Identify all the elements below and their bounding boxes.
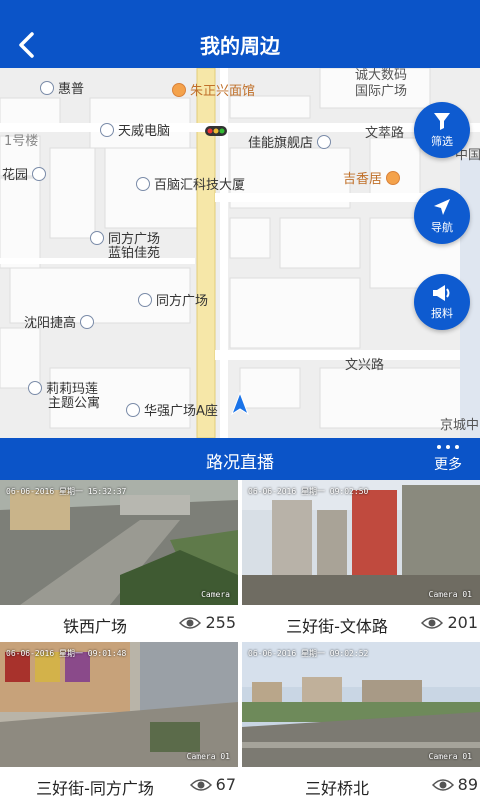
navigation-arrow-icon (434, 199, 450, 215)
camera-name: 三好街-文体路 (286, 617, 388, 636)
live-traffic-bar: 路况直播 更多 (0, 438, 480, 480)
more-label: 更多 (434, 457, 462, 473)
camera-grid: 06-06-2016 星期一 15:32:37 Camera 铁西广场 255 … (0, 480, 480, 800)
camera-name: 三好街-同方广场 (36, 779, 154, 798)
view-count: 255 (179, 613, 236, 632)
map-poi[interactable]: 沈阳捷高 (24, 312, 95, 331)
map-poi[interactable]: 朱正兴面馆 (172, 80, 255, 99)
poi-pin-icon (126, 402, 140, 417)
report-label: 报料 (431, 307, 453, 320)
camera-card[interactable]: 06-06-2016 星期一 15:32:37 Camera 铁西广场 255 (0, 480, 238, 640)
page-title: 我的周边 (200, 34, 280, 58)
hotel-icon (28, 380, 42, 395)
camera-timestamp: 06-06-2016 星期一 15:32:37 (6, 487, 127, 496)
map-poi[interactable]: 吉香居 (343, 168, 401, 187)
map-label: 京城中 (440, 418, 480, 433)
camera-card[interactable]: 06-06-2016 星期一 09:02:50 Camera 01 三好街-文体… (242, 480, 480, 640)
poi-pin-icon (138, 292, 152, 307)
map-label: 蓝铂佳苑 (108, 246, 161, 261)
camera-card[interactable]: 06-06-2016 星期一 09:02:52 Camera 01 三好桥北 8… (242, 642, 480, 800)
camera-caption: Camera 01 (428, 590, 472, 599)
map-poi[interactable]: 惠普 (40, 78, 84, 97)
megaphone-icon (433, 285, 450, 301)
map-poi[interactable]: 华强广场A座 (126, 400, 218, 419)
poi-pin-icon (136, 176, 150, 191)
camera-name: 铁西广场 (62, 617, 127, 636)
poi-pin-icon (90, 230, 104, 245)
filter-label: 筛选 (431, 135, 453, 148)
map-poi[interactable]: 花园 (2, 164, 47, 183)
camera-caption: Camera 01 (428, 752, 472, 761)
eye-icon (179, 616, 202, 629)
map-label: 国际广场 (355, 84, 408, 99)
street-label: 文萃路 (365, 126, 405, 141)
camera-caption: Camera (201, 590, 230, 599)
street-label: 文兴路 (345, 358, 385, 373)
map-poi[interactable]: 同方广场 (138, 290, 208, 309)
current-location-icon (230, 391, 250, 420)
poi-pin-icon (32, 166, 47, 181)
camera-snapshot[interactable]: 06-06-2016 星期一 15:32:37 Camera (0, 480, 238, 605)
navigate-button[interactable]: 导航 (414, 188, 470, 244)
navigate-label: 导航 (431, 221, 453, 234)
camera-timestamp: 06-06-2016 星期一 09:01:48 (6, 649, 127, 658)
camera-snapshot[interactable]: 06-06-2016 星期一 09:02:50 Camera 01 (242, 480, 480, 605)
filter-icon (434, 113, 450, 130)
map-poi[interactable]: 天威电脑 (100, 120, 170, 139)
map-label: 1号楼 (4, 134, 39, 149)
camera-caption: Camera 01 (186, 752, 230, 761)
filter-button[interactable]: 筛选 (414, 102, 470, 158)
eye-icon (421, 616, 444, 629)
map-label: 主题公寓 (48, 396, 101, 411)
restaurant-icon (172, 82, 186, 97)
view-count: 201 (421, 613, 478, 632)
section-title: 路况直播 (206, 453, 274, 473)
more-dots-icon (428, 445, 468, 449)
poi-pin-icon (100, 122, 114, 137)
view-count: 67 (189, 775, 236, 794)
more-button[interactable]: 更多 (428, 442, 468, 476)
camera-timestamp: 06-06-2016 星期一 09:02:52 (248, 649, 369, 658)
poi-pin-icon (40, 80, 54, 95)
camera-snapshot[interactable]: 06-06-2016 星期一 09:02:52 Camera 01 (242, 642, 480, 767)
eye-icon (189, 778, 212, 791)
camera-name: 三好桥北 (304, 779, 369, 798)
camera-timestamp: 06-06-2016 星期一 09:02:50 (248, 487, 369, 496)
map-view[interactable]: 惠普 朱正兴面馆 诚大数码 国际广场 1号楼 天威电脑 佳能旗舰店 文萃路 中国… (0, 68, 480, 438)
restaurant-icon (386, 170, 401, 185)
map-poi[interactable]: 佳能旗舰店 (248, 132, 332, 151)
eye-icon (431, 778, 454, 791)
poi-pin-icon (317, 134, 332, 149)
camera-card[interactable]: 06-06-2016 星期一 09:01:48 Camera 01 三好街-同方… (0, 642, 238, 800)
poi-pin-icon (80, 314, 95, 329)
view-count: 89 (431, 775, 478, 794)
report-button[interactable]: 报料 (414, 274, 470, 330)
camera-snapshot[interactable]: 06-06-2016 星期一 09:01:48 Camera 01 (0, 642, 238, 767)
map-poi[interactable]: 百脑汇科技大厦 (136, 174, 245, 193)
